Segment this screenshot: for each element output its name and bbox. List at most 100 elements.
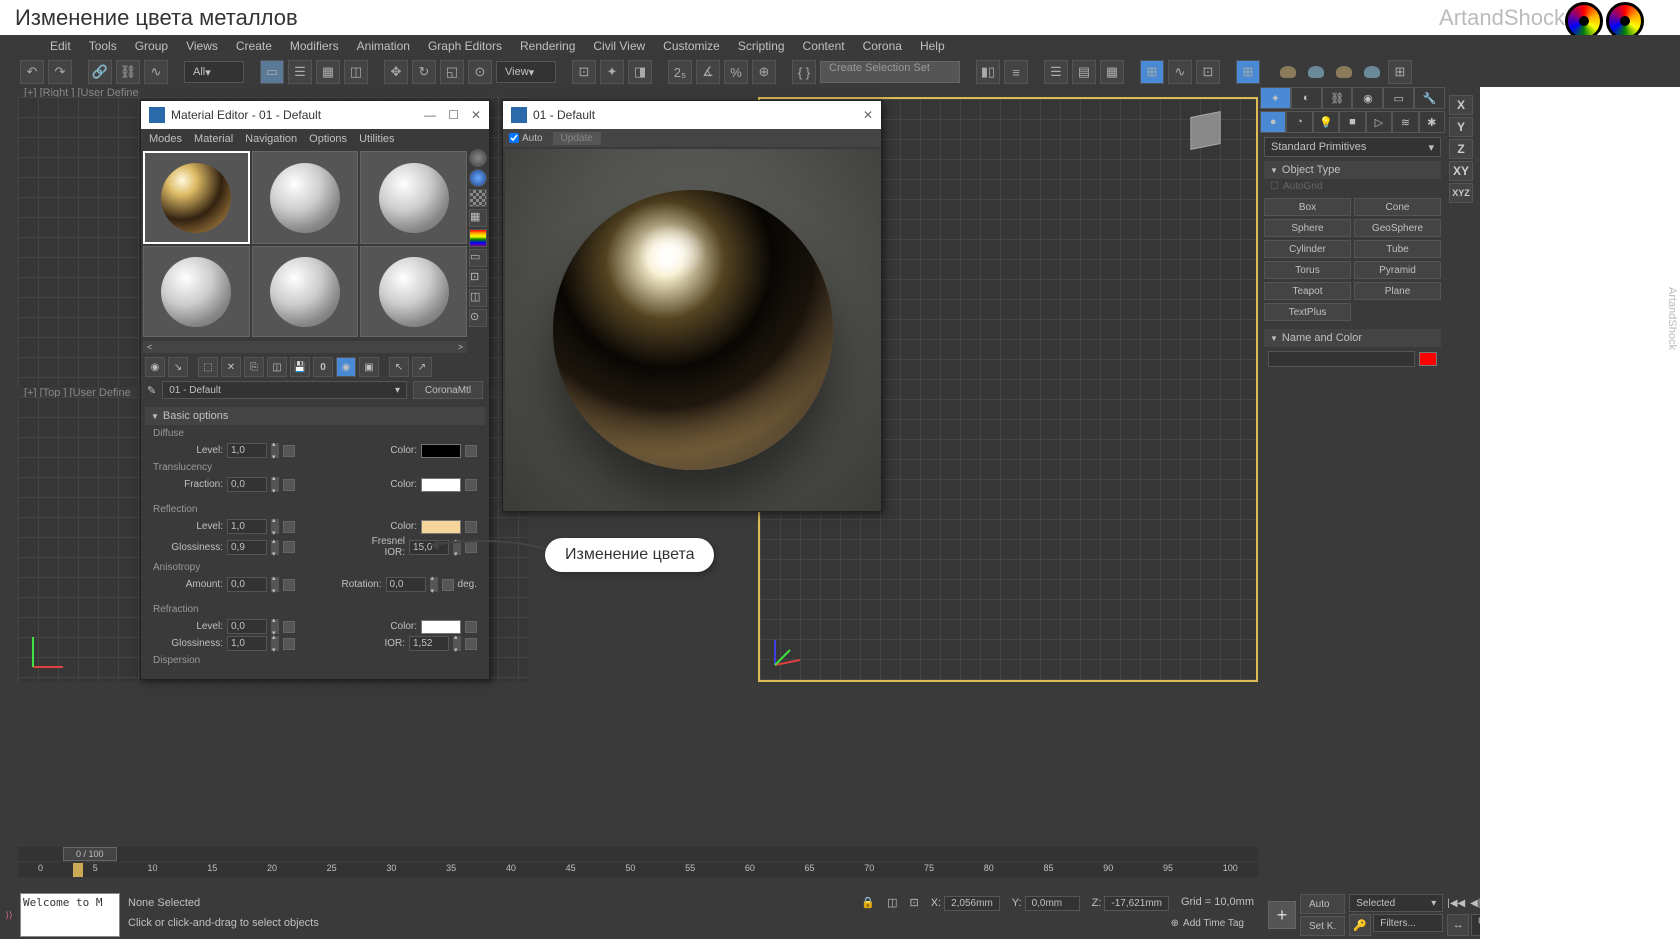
refraction-glossiness-arrows[interactable] [271,636,279,651]
sample-uv-icon[interactable]: ▦ [469,209,487,227]
auto-checkbox[interactable]: Auto [509,133,543,144]
reflection-level-spinner[interactable]: 1,0 [227,519,267,534]
render-preset-icon[interactable]: ⊞ [1388,60,1412,84]
display-tab[interactable]: ▭ [1383,87,1414,109]
aniso-rotation-arrows[interactable] [430,577,438,592]
auto-key-button[interactable]: Auto [1300,894,1345,914]
move-icon[interactable]: ✥ [384,60,408,84]
percent-snap-icon[interactable]: % [724,60,748,84]
material-slot-5[interactable] [252,246,359,337]
go-parent-icon[interactable]: ↖ [389,357,409,377]
timeline-slider[interactable]: 0 / 100 [18,847,1258,861]
utilities-tab[interactable]: 🔧 [1414,87,1445,109]
motion-tab[interactable]: ◉ [1352,87,1383,109]
autogrid-checkbox[interactable]: ☐AutoGrid [1264,179,1441,194]
translucency-fraction-arrows[interactable] [271,477,279,492]
cone-button[interactable]: Cone [1354,198,1441,216]
go-sibling-icon[interactable]: ↗ [412,357,432,377]
aniso-rotation-map[interactable] [442,579,454,591]
undo-icon[interactable]: ↶ [20,60,44,84]
snap-2d-icon[interactable]: 2₅ [668,60,692,84]
create-tab[interactable]: ✦ [1260,87,1291,109]
timeline-ruler[interactable]: 0510152025303540455055606570758085909510… [18,863,1258,877]
render-iterative-icon[interactable] [1360,60,1384,84]
mirror-icon[interactable]: ▮▯ [976,60,1000,84]
aniso-amount-spinner[interactable]: 0,0 [227,577,267,592]
spacewarps-subtab[interactable]: ≋ [1392,111,1418,133]
select-name-icon[interactable]: ☰ [288,60,312,84]
time-tag-icon[interactable]: ⊕ [1171,918,1179,929]
preview-viewport[interactable] [505,149,881,511]
object-type-header[interactable]: Object Type [1264,161,1441,179]
lock-selection-icon[interactable]: 🔒 [861,896,875,911]
lights-subtab[interactable]: 💡 [1313,111,1339,133]
scale-icon[interactable]: ◱ [440,60,464,84]
redo-icon[interactable]: ↷ [48,60,72,84]
z-value[interactable]: -17,621mm [1104,896,1169,911]
axis-xyz-button[interactable]: XYZ [1449,183,1473,203]
modify-tab[interactable]: ◐ [1291,87,1322,109]
geometry-subtab[interactable]: ● [1260,111,1286,133]
cylinder-button[interactable]: Cylinder [1264,240,1351,258]
edit-named-sel-icon[interactable]: { } [792,60,816,84]
menu-content[interactable]: Content [803,39,845,53]
show-end-result-icon[interactable]: ▣ [359,357,379,377]
mat-map-nav-icon[interactable]: ⊙ [469,309,487,327]
set-key-button[interactable]: Set K. [1300,916,1345,936]
geosphere-button[interactable]: GeoSphere [1354,219,1441,237]
reflection-level-map[interactable] [283,521,295,533]
object-name-input[interactable] [1268,351,1415,367]
maxscript-toggle-icon[interactable]: ⟩⟩ [0,891,18,939]
isolate-icon[interactable]: ◫ [887,896,897,911]
glossiness-arrows[interactable] [271,540,279,555]
aniso-amount-arrows[interactable] [271,577,279,592]
menu-scripting[interactable]: Scripting [738,39,785,53]
manipulate-icon[interactable]: ✦ [600,60,624,84]
refraction-ior-spinner[interactable]: 1,52 [409,636,449,651]
rotate-icon[interactable]: ↻ [412,60,436,84]
ref-coord-dropdown[interactable]: View ▾ [496,61,556,83]
unlink-icon[interactable]: ⛓ [116,60,140,84]
diffuse-level-spinner[interactable]: 1,0 [227,443,267,458]
refraction-glossiness-map[interactable] [283,638,295,650]
material-name-dropdown[interactable]: 01 - Default▾ [162,381,407,399]
sample-type-icon[interactable] [469,149,487,167]
material-slots-hscroll[interactable]: <> [143,341,467,353]
put-to-scene-icon[interactable]: ↘ [168,357,188,377]
material-type-button[interactable]: CoronaMtl [413,381,483,399]
axis-z-button[interactable]: Z [1449,139,1473,159]
object-color-swatch[interactable] [1419,352,1437,366]
render-setup-icon[interactable] [1276,60,1300,84]
key-filters-icon[interactable]: 🔑 [1349,914,1371,936]
keyboard-icon[interactable]: ◨ [628,60,652,84]
aniso-rotation-spinner[interactable]: 0,0 [386,577,426,592]
options-icon[interactable]: ⊡ [469,269,487,287]
axis-x-button[interactable]: X [1449,95,1473,115]
refraction-ior-arrows[interactable] [453,636,461,651]
filters-dropdown[interactable]: Filters... [1373,914,1443,932]
material-slot-1[interactable] [143,151,250,244]
close-icon[interactable]: ✕ [471,108,481,122]
refraction-color-swatch[interactable] [421,620,461,634]
angle-snap-icon[interactable]: ∡ [696,60,720,84]
mat-menu-utilities[interactable]: Utilities [359,133,394,145]
primitives-dropdown[interactable]: Standard Primitives▾ [1264,137,1441,157]
viewcube[interactable] [1175,100,1235,160]
add-time-tag-label[interactable]: Add Time Tag [1183,918,1244,929]
mat-id-icon[interactable]: 0 [313,357,333,377]
menu-edit[interactable]: Edit [50,39,71,53]
reset-icon[interactable]: ✕ [221,357,241,377]
preview-icon[interactable]: ▭ [469,249,487,267]
link-icon[interactable]: 🔗 [88,60,112,84]
menu-modifiers[interactable]: Modifiers [290,39,339,53]
glossiness-spinner[interactable]: 0,9 [227,540,267,555]
put-library-icon[interactable]: 💾 [290,357,310,377]
update-button[interactable]: Update [553,132,601,145]
material-editor-titlebar[interactable]: Material Editor - 01 - Default — ☐ ✕ [141,101,489,129]
menu-group[interactable]: Group [135,39,168,53]
copy-icon[interactable]: ⎘ [244,357,264,377]
goto-start-icon[interactable]: |◀◀ [1447,894,1465,912]
mat-menu-navigation[interactable]: Navigation [245,133,297,145]
select-region-icon[interactable]: ▦ [316,60,340,84]
box-button[interactable]: Box [1264,198,1351,216]
